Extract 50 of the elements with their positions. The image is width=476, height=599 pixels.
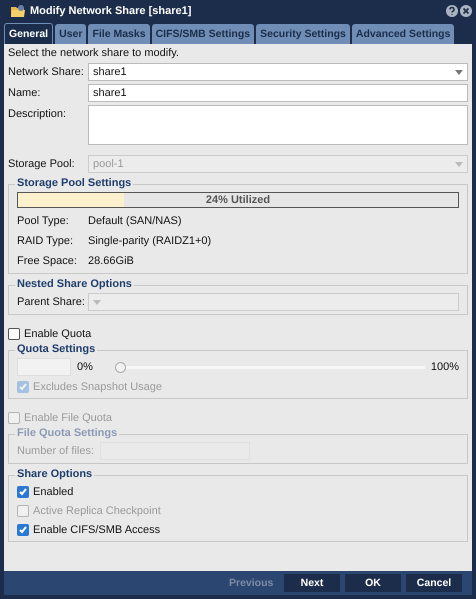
tab[interactable]: Advanced Settings (352, 24, 454, 44)
field-label: Parent Share: (17, 296, 86, 308)
checkbox-label: Enabled (33, 486, 74, 498)
section-title: Quota Settings (15, 343, 98, 355)
caret-icon (93, 300, 101, 304)
tab[interactable]: CIFS/SMB Settings (152, 24, 254, 44)
field-label: Description: (8, 107, 68, 120)
text-area[interactable] (88, 105, 468, 145)
info-label: Pool Type: (17, 215, 70, 227)
tab[interactable]: File Masks (88, 24, 150, 44)
field-label: Storage Pool: (8, 157, 76, 170)
tab[interactable]: Security Settings (256, 24, 350, 44)
slider-max-label: 100% (430, 361, 459, 373)
window-title: Modify Network Share [share1] (30, 5, 192, 17)
help-icon[interactable] (446, 5, 458, 17)
tab[interactable]: General (4, 23, 54, 44)
checkbox-label: Enable Quota (24, 328, 92, 340)
section-title: Share Options (15, 468, 94, 480)
info-value: 28.66GiB (88, 255, 134, 267)
info-label: RAID Type: (17, 235, 74, 247)
checkbox[interactable] (17, 524, 29, 536)
input-field[interactable]: share1 (88, 84, 468, 102)
field-label: Name: (8, 86, 42, 99)
checkbox[interactable] (8, 328, 20, 340)
checkbox-label: Active Replica Checkpoint (33, 504, 161, 516)
footer-button[interactable]: OK (345, 574, 401, 592)
close-icon[interactable] (460, 5, 472, 17)
info-value: Default (SAN/NAS) (88, 215, 182, 227)
dropdown[interactable]: share1 (88, 63, 468, 81)
checkbox-label: Enable File Quota (24, 412, 112, 424)
share-folder-icon (10, 4, 26, 18)
footer-button[interactable]: Next (284, 574, 340, 592)
slider-min-label: 0% (77, 361, 93, 373)
tab[interactable]: User (55, 24, 86, 44)
checkbox-label: Excludes Snapshot Usage (33, 380, 162, 392)
footer-button[interactable]: Cancel (406, 574, 462, 592)
caret-icon (455, 162, 463, 166)
section-title: Nested Share Options (15, 278, 134, 290)
info-label: Free Space: (17, 255, 78, 267)
utilization-label: 24% Utilized (204, 193, 272, 207)
checkbox[interactable] (17, 486, 29, 498)
caret-icon (455, 70, 463, 74)
checkbox-label: Enable CIFS/SMB Access (33, 524, 160, 536)
slider-thumb[interactable] (114, 362, 126, 372)
info-value: Single-parity (RAIDZ1+0) (88, 235, 212, 247)
section-title: Storage Pool Settings (15, 177, 134, 189)
section-title: File Quota Settings (15, 427, 120, 439)
field-label: Number of files: (17, 445, 94, 457)
instruction-text: Select the network share to modify. (8, 47, 180, 59)
field-label: Network Share: (8, 65, 85, 78)
